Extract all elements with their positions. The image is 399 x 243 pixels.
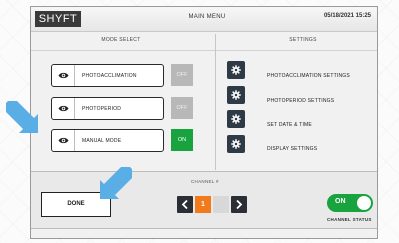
- channel-status-label: CHANNEL STATUS: [327, 217, 372, 222]
- datetime-display: 05/18/2021 15:25: [323, 13, 371, 19]
- setting-label-photoperiod[interactable]: PHOTOPERIOD SETTINGS: [267, 98, 334, 104]
- divider: [74, 130, 75, 151]
- channel-number-active: 1: [195, 196, 211, 213]
- mode-button-photoperiod[interactable]: PHOTOPERIOD: [51, 97, 164, 120]
- chevron-left-icon: [181, 200, 188, 209]
- divider: [74, 65, 75, 86]
- touch-screen: SHYFT MAIN MENU 05/18/2021 15:25 MODE SE…: [30, 6, 378, 239]
- mode-button-photoacclimation[interactable]: PHOTOACCLIMATION: [51, 64, 164, 87]
- switch-label: ON: [335, 198, 346, 205]
- section-divider: [215, 34, 216, 170]
- gear-icon: [231, 90, 241, 100]
- mode-button-manual[interactable]: MANUAL MODE: [51, 129, 164, 152]
- top-bar: SHYFT MAIN MENU 05/18/2021 15:25: [31, 7, 377, 32]
- photoperiod-toggle[interactable]: OFF: [171, 97, 193, 119]
- annotation-arrow-icon: [100, 167, 132, 199]
- photoacclimation-toggle[interactable]: OFF: [171, 64, 193, 86]
- mode-label: PHOTOACCLIMATION: [82, 73, 137, 79]
- mode-label: MANUAL MODE: [82, 138, 122, 144]
- gear-icon: [231, 65, 241, 75]
- channel-status-switch[interactable]: ON: [327, 194, 373, 212]
- chevron-right-icon: [236, 200, 243, 209]
- settings-header: SETTINGS: [289, 37, 317, 43]
- mode-select-header: MODE SELECT: [101, 37, 141, 43]
- photoacclimation-settings-button[interactable]: [227, 61, 245, 79]
- eye-icon: [58, 105, 69, 112]
- page-title: MAIN MENU: [188, 14, 226, 20]
- annotation-arrow-icon: [6, 101, 38, 133]
- channel-next-button[interactable]: [231, 196, 247, 213]
- display-settings-button[interactable]: [227, 135, 245, 153]
- gear-icon: [231, 114, 241, 124]
- gear-icon: [231, 139, 241, 149]
- photoperiod-settings-button[interactable]: [227, 86, 245, 104]
- divider: [74, 98, 75, 119]
- header-divider: [31, 50, 377, 51]
- eye-icon: [58, 137, 69, 144]
- switch-knob: [357, 196, 371, 210]
- brand-logo: SHYFT: [35, 11, 81, 27]
- mode-label: PHOTOPERIOD: [82, 106, 122, 112]
- eye-icon: [58, 72, 69, 79]
- setting-label-display[interactable]: DISPLAY SETTINGS: [267, 146, 317, 152]
- date-time-settings-button[interactable]: [227, 110, 245, 128]
- channel-label: CHANNEL #: [191, 179, 219, 184]
- bottom-panel: DONE CHANNEL # 1 2 ON CHANNEL STATUS: [31, 171, 377, 229]
- channel-prev-button[interactable]: [177, 196, 193, 213]
- manual-mode-toggle[interactable]: ON: [171, 129, 193, 151]
- setting-label-date-time[interactable]: SET DATE & TIME: [267, 122, 312, 128]
- channel-number-next: 2: [213, 196, 229, 213]
- setting-label-photoacclimation[interactable]: PHOTOACCLIMATION SETTINGS: [267, 73, 350, 79]
